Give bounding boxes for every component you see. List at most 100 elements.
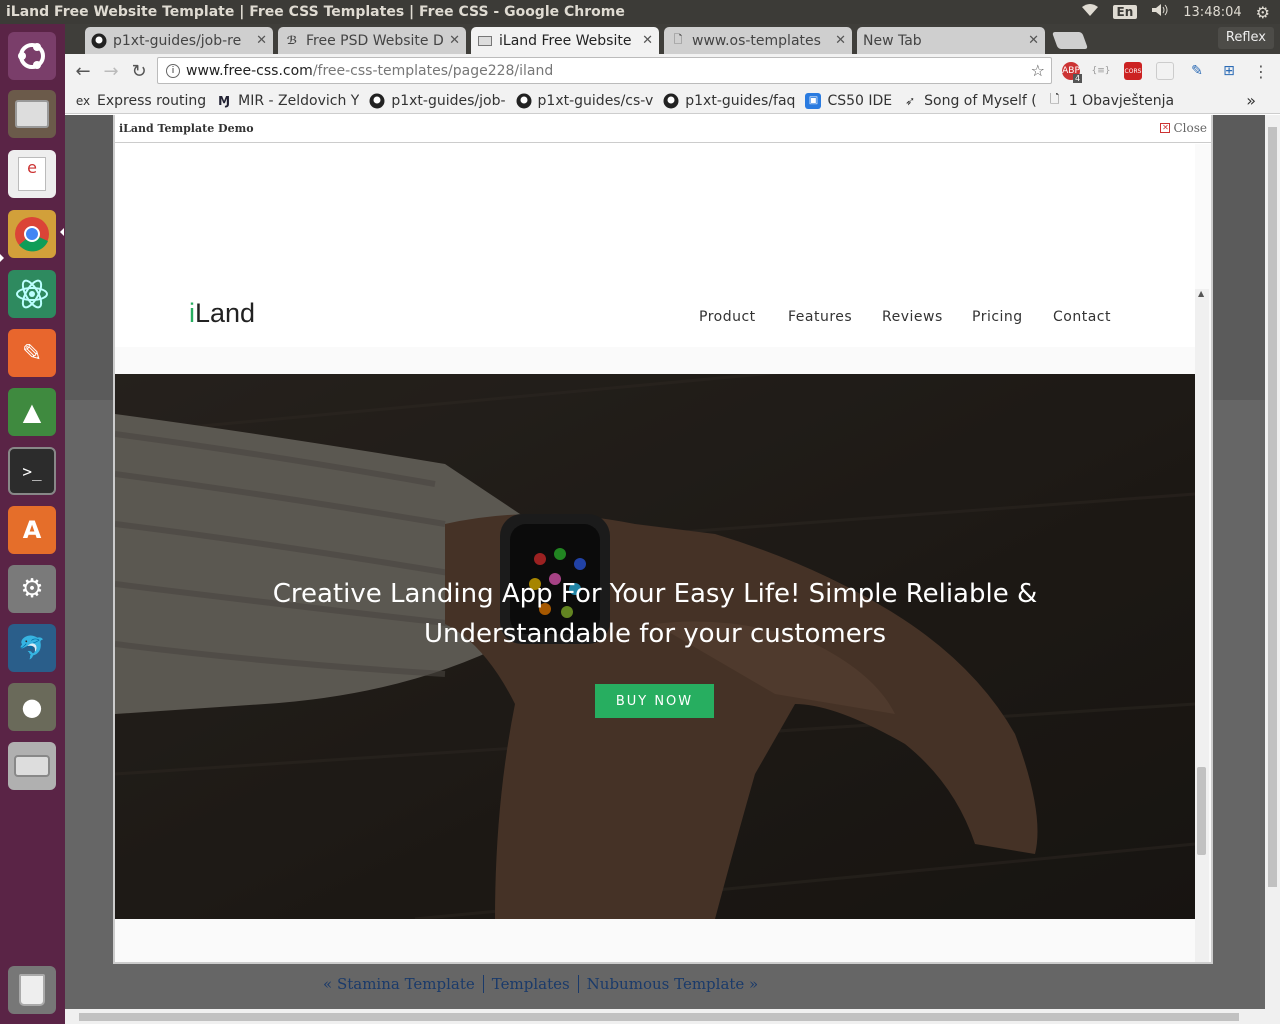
document-icon: 🗋 [673, 33, 683, 46]
close-icon[interactable]: ✕ [1028, 33, 1039, 48]
ex-icon: ex [75, 93, 91, 108]
mir-icon: Ɱ [218, 93, 231, 108]
url-path: /free-css-templates/page228/iland [312, 62, 554, 79]
page-hscroll-thumb[interactable] [79, 1013, 1239, 1021]
close-icon[interactable]: ✕ [642, 33, 653, 48]
launcher-active-right-pip [60, 228, 64, 236]
github-icon [369, 93, 385, 109]
bird-icon: ➶ [905, 93, 916, 108]
toolbar: ← → ↻ i www.free-css.com/free-css-templa… [65, 54, 1280, 88]
tab-5[interactable]: New Tab ✕ [857, 27, 1045, 54]
github-icon [91, 33, 107, 49]
terminal-icon[interactable]: >_ [8, 447, 56, 495]
document-viewer-icon[interactable]: e [8, 150, 56, 198]
back-button[interactable]: ← [69, 57, 97, 85]
nav-reviews[interactable]: Reviews [882, 309, 943, 325]
mysql-workbench-icon[interactable]: 🐬 [8, 624, 56, 672]
tab-4[interactable]: 🗋 www.os-templates ✕ [664, 27, 852, 54]
tab-1[interactable]: p1xt-guides/job-re ✕ [85, 27, 273, 54]
close-icon[interactable]: ✕ [256, 33, 267, 48]
adblock-badge: 4 [1073, 74, 1083, 83]
trash-icon[interactable] [8, 966, 56, 1014]
gear-icon[interactable]: ⚙ [1256, 3, 1270, 22]
disk-icon[interactable] [8, 742, 56, 790]
chrome-window: p1xt-guides/job-re ✕ ℬ Free PSD Website … [65, 24, 1280, 1024]
demo-scrollbar[interactable]: ▲ [1195, 289, 1209, 962]
gimp-icon[interactable]: ● [8, 683, 56, 731]
rocket-icon[interactable]: ▲ [8, 388, 56, 436]
bookmark-item[interactable]: ex Express routing [75, 93, 206, 109]
address-bar[interactable]: i www.free-css.com/free-css-templates/pa… [157, 57, 1052, 84]
page-vertical-scrollbar[interactable] [1265, 115, 1280, 1024]
top-panel: iLand Free Website Template | Free CSS T… [0, 0, 1280, 24]
new-tab-button[interactable] [1051, 32, 1089, 49]
prev-template-link[interactable]: « Stamina Template [315, 975, 484, 993]
profile-button[interactable]: Reflex [1217, 27, 1274, 49]
templates-link[interactable]: Templates [484, 975, 579, 993]
hero-headline: Creative Landing App For Your Easy Life!… [272, 579, 1038, 649]
close-icon[interactable]: ✕ [449, 33, 460, 48]
wifi-icon[interactable] [1081, 3, 1099, 21]
postman-icon[interactable]: ✎ [8, 329, 56, 377]
bookmark-item[interactable]: p1xt-guides/cs-v [516, 93, 653, 109]
lightbox-close-button[interactable]: ✕ Close [1160, 121, 1207, 135]
star-icon[interactable]: ☆ [1031, 61, 1045, 80]
site-header: iLand Product Features Reviews Pricing C… [115, 144, 1195, 347]
chrome-icon[interactable] [8, 210, 56, 258]
bookmark-item[interactable]: Ɱ MIR - Zeldovich Y [216, 93, 359, 109]
bookmark-item[interactable]: p1xt-guides/faq [663, 93, 795, 109]
bookmarks-bar: ex Express routing Ɱ MIR - Zeldovich Y p1x… [65, 88, 1280, 114]
hero-section: Creative Landing App For Your Easy Life!… [115, 374, 1195, 919]
panel-indicators: En 13:48:04 ⚙ [1081, 3, 1270, 22]
nav-features[interactable]: Features [788, 309, 852, 325]
extension-icon[interactable] [1156, 62, 1174, 80]
github-icon [663, 93, 679, 109]
bookmark-item[interactable]: ▣ CS50 IDE [805, 92, 892, 109]
tab-2[interactable]: ℬ Free PSD Website D ✕ [278, 27, 466, 54]
window-title: iLand Free Website Template | Free CSS T… [6, 4, 625, 20]
volume-icon[interactable] [1151, 3, 1169, 21]
menu-icon[interactable]: ⋮ [1252, 62, 1270, 81]
page-icon [477, 33, 493, 49]
eyedropper-icon[interactable]: ✎ [1188, 62, 1206, 80]
demo-lightbox: iLand Template Demo ✕ Close iLand Produc… [113, 115, 1213, 964]
atom-icon[interactable] [8, 270, 56, 318]
url-host: www.free-css.com [186, 62, 313, 79]
forward-button[interactable]: → [97, 57, 125, 85]
github-icon [516, 93, 532, 109]
clock[interactable]: 13:48:04 [1183, 5, 1241, 20]
bookmark-item[interactable]: ➶ Song of Myself ( [902, 93, 1037, 109]
nav-pricing[interactable]: Pricing [972, 309, 1023, 325]
page-scrollbar-thumb[interactable] [1268, 127, 1277, 887]
files-icon[interactable] [8, 90, 56, 138]
launcher: e ✎ ▲ >_ A ⚙ 🐬 ● [0, 24, 65, 1024]
page-horizontal-scrollbar[interactable] [65, 1009, 1265, 1024]
bookmark-item[interactable]: p1xt-guides/job- [369, 93, 506, 109]
ubuntu-dash-icon[interactable] [8, 32, 56, 80]
close-icon: ✕ [1160, 123, 1171, 133]
bookmark-item[interactable]: 🗋 1 Obavještenja [1047, 93, 1174, 109]
next-template-link[interactable]: Nubumous Template » [579, 975, 767, 993]
software-center-icon[interactable]: A [8, 506, 56, 554]
json-viewer-icon[interactable]: {≡} [1092, 62, 1111, 80]
keyboard-layout-indicator[interactable]: En [1112, 5, 1138, 19]
nav-product[interactable]: Product [699, 309, 756, 325]
lightbox-titlebar: iLand Template Demo ✕ Close [115, 115, 1211, 143]
cors-icon[interactable]: CORS [1124, 62, 1142, 80]
bookmarks-overflow-button[interactable]: » [1246, 91, 1256, 110]
launcher-active-left-pip [0, 254, 4, 262]
document-icon: 🗋 [1049, 92, 1060, 107]
demo-site: iLand Product Features Reviews Pricing C… [115, 144, 1211, 962]
buy-now-button[interactable]: BUY NOW [595, 684, 714, 718]
site-logo[interactable]: iLand [189, 298, 255, 329]
tab-3-active[interactable]: iLand Free Website ✕ [471, 27, 659, 54]
scroll-up-arrow-icon[interactable]: ▲ [1198, 289, 1204, 298]
close-icon[interactable]: ✕ [835, 33, 846, 48]
info-icon[interactable]: i [166, 63, 180, 78]
reload-button[interactable]: ↻ [125, 57, 153, 85]
grid-extension-icon[interactable]: ⊞ [1220, 62, 1238, 80]
tab-strip: p1xt-guides/job-re ✕ ℬ Free PSD Website … [65, 24, 1280, 54]
demo-scrollbar-thumb[interactable] [1197, 767, 1206, 855]
system-settings-icon[interactable]: ⚙ [8, 565, 56, 613]
nav-contact[interactable]: Contact [1053, 309, 1111, 325]
